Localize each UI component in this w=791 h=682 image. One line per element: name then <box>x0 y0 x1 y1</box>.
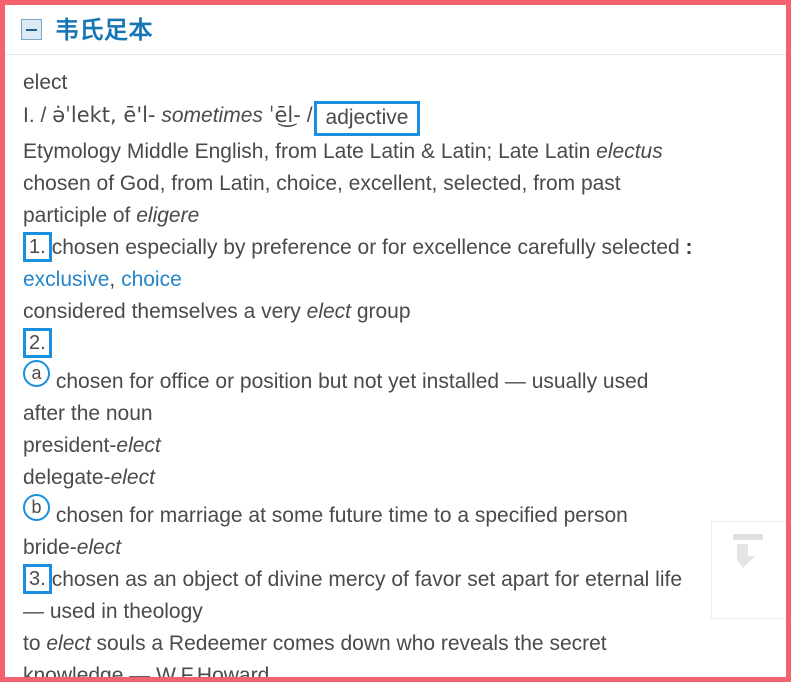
sense-number-1[interactable]: 1. <box>23 232 52 262</box>
subsense-2b-example-1: bride-elect <box>23 532 778 564</box>
sense-1-example: considered themselves a very elect group <box>23 296 778 328</box>
subsense-letter-a[interactable]: a <box>23 360 50 387</box>
subsense-2a-example-2: delegate-elect <box>23 462 778 494</box>
example-italic: elect <box>110 466 155 489</box>
example-italic: elect <box>306 300 351 323</box>
subsense-2a-line: a chosen for office or position but not … <box>23 360 778 398</box>
etymology-text-3: participle of <box>23 204 137 227</box>
card-header: 韦氏足本 <box>5 5 786 55</box>
sense-number-3[interactable]: 3. <box>23 564 52 594</box>
ipa-primary: ə̇ˈlekt, ē'l- <box>52 103 156 127</box>
sense-3-usage-note: — used in theology <box>23 600 203 623</box>
entry-body: elect I. / ə̇ˈlekt, ē'l- sometimes ˈē͜l-… <box>5 55 786 682</box>
close-slash: / <box>306 104 313 127</box>
example-italic: elect <box>116 434 161 457</box>
sense-numeral: I. <box>23 104 35 127</box>
sense-3-quote-line-2: knowledge — W.F.Howard <box>23 664 270 682</box>
headword: elect <box>23 71 68 94</box>
sense-3-quote-line-1: to elect souls a Redeemer comes down who… <box>23 628 778 660</box>
etymology-line-3: participle of eligere <box>23 200 778 232</box>
synonym-link-choice[interactable]: choice <box>121 268 182 291</box>
page-title: 韦氏足本 <box>55 15 153 44</box>
ipa-alt: ˈē͜l- <box>268 103 301 127</box>
example-pre: president- <box>23 434 117 457</box>
dictionary-card: 韦氏足本 elect I. / ə̇ˈlekt, ē'l- sometimes … <box>0 0 791 682</box>
sense-1-colon: : <box>685 236 693 259</box>
example-italic: elect <box>76 536 122 559</box>
subsense-2a-text: chosen for office or position but not ye… <box>55 370 649 393</box>
etymology-line-1: Etymology Middle English, from Late Lati… <box>23 136 778 168</box>
sense-1-text: chosen especially by preference or for e… <box>51 236 680 259</box>
minus-square-icon[interactable] <box>21 19 42 40</box>
sense-1-line: 1. chosen especially by preference or for… <box>23 232 778 264</box>
subsense-letter-b[interactable]: b <box>23 494 50 521</box>
synonym-link-exclusive[interactable]: exclusive <box>23 268 109 291</box>
quote-italic: elect <box>46 632 91 655</box>
pronunciation-line: I. / ə̇ˈlekt, ē'l- sometimes ˈē͜l- / adje… <box>23 99 778 136</box>
example-text-pre: considered themselves a very <box>23 300 307 323</box>
subsense-2a-text-line2: after the noun <box>23 402 153 425</box>
sense-number-2[interactable]: 2. <box>23 328 52 358</box>
etymology-italic-1: electus <box>596 140 663 163</box>
etymology-label: Etymology <box>23 140 122 163</box>
subsense-2b-line: b chosen for marriage at some future tim… <box>23 494 778 532</box>
minus-glyph <box>26 28 37 31</box>
quote-pre: to <box>23 632 47 655</box>
subsense-2a-example-1: president-elect <box>23 430 778 462</box>
quote-mid: souls a Redeemer comes down who reveals … <box>90 632 607 655</box>
sense-2-line: 2. <box>23 328 778 360</box>
etymology-text-1: Middle English, from Late Latin & Latin;… <box>121 140 597 163</box>
example-pre: bride- <box>23 536 77 559</box>
part-of-speech-tag[interactable]: adjective <box>313 101 421 136</box>
sometimes-label: sometimes <box>161 104 263 127</box>
sense-1-synonyms: exclusive, choice <box>23 264 778 296</box>
example-pre: delegate- <box>23 466 111 489</box>
sense-3-line: 3. chosen as an object of divine mercy of… <box>23 564 778 596</box>
sense-3-text: chosen as an object of divine mercy of f… <box>51 568 683 591</box>
etymology-italic-3: eligere <box>136 204 200 227</box>
etymology-line-2: chosen of God, from Latin, choice, excel… <box>23 172 621 195</box>
subsense-2b-text: chosen for marriage at some future time … <box>55 504 628 527</box>
example-text-post: group <box>351 300 411 323</box>
